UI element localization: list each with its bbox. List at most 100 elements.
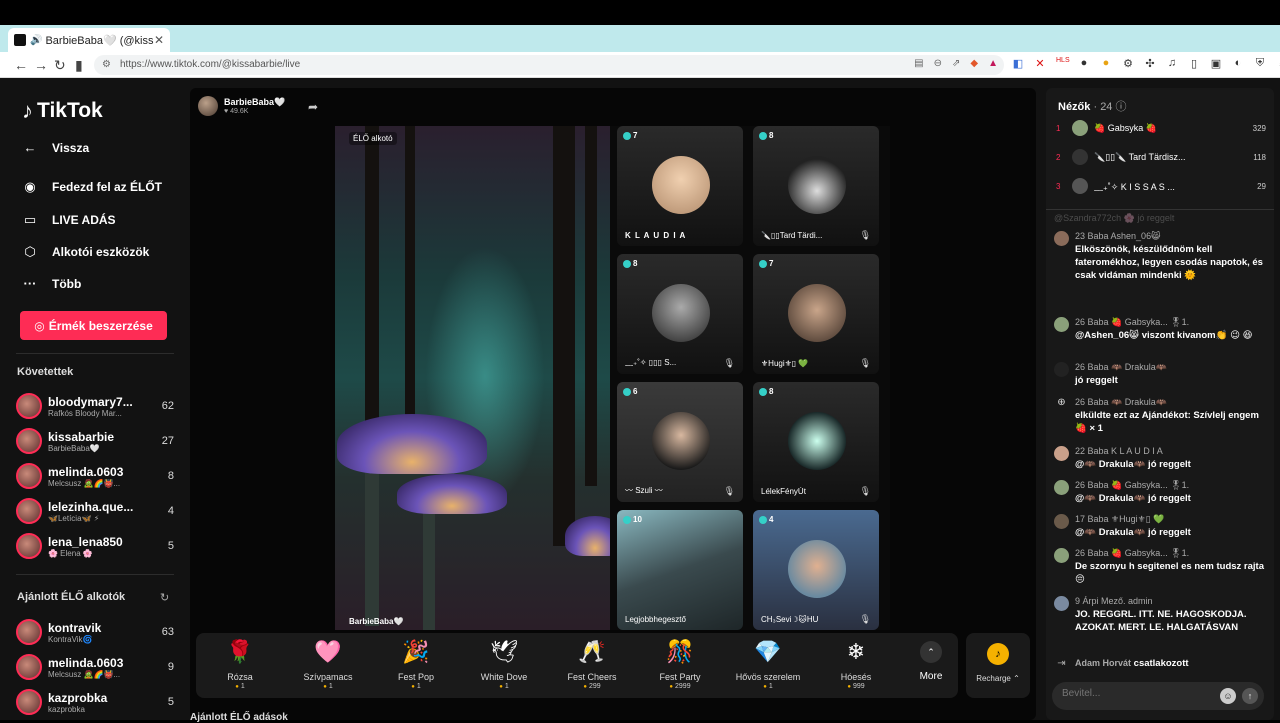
chat-input[interactable] <box>1062 688 1212 699</box>
nav-live-broadcast[interactable]: ▭ LIVE ADÁS <box>22 212 116 228</box>
join-name[interactable]: Adam Horvát <box>1075 658 1131 668</box>
host-info[interactable]: BarbieBaba🤍 ♥ 49.6K <box>198 96 285 116</box>
following-item[interactable]: melinda.0603 Melcsusz 🧟🌈👹... 8 <box>16 460 174 492</box>
sidebar-icon[interactable]: ▯ <box>1188 57 1200 70</box>
avatar[interactable] <box>1054 446 1069 461</box>
guest-tile[interactable]: 10 Legjobbhegesztő <box>617 510 743 630</box>
gift-item[interactable]: 🕊 White Dove 1 <box>460 637 548 690</box>
extension-gear-icon[interactable]: ⚙ <box>1122 57 1134 70</box>
info-icon[interactable]: ⓘ <box>1116 101 1127 113</box>
account-nickname: 🌸 Elena 🌸 <box>48 548 93 558</box>
gift-item[interactable]: ❄ Hóesés 999 <box>812 637 900 690</box>
extension-circle-icon[interactable]: ● <box>1078 57 1090 70</box>
guest-tile[interactable]: 6 〰 Szuli 〰 🎙 <box>617 382 743 502</box>
guest-tile[interactable]: 7 K L A U D I A <box>617 126 743 246</box>
guest-score: 7 <box>759 259 773 268</box>
ranking-row[interactable]: 3 ﹏₊˚✧ K I S S A S ... 29 <box>1056 176 1266 196</box>
guest-tile[interactable]: 8 🔪▯▯Tard Tärdi... 🎙 <box>753 126 879 246</box>
send-icon[interactable]: ↑ <box>1242 688 1258 704</box>
address-bar[interactable]: ⚙ https://www.tiktok.com/@kissabarbie/li… <box>94 55 1004 75</box>
message-meta[interactable]: 26 Baba 🦇 Drakula🦇 <box>1075 361 1266 374</box>
gift-item[interactable]: 💎 Hővös szerelem 1 <box>724 637 812 690</box>
rewards-icon[interactable]: ▲ <box>988 58 998 69</box>
account-name: kontravik <box>48 620 102 635</box>
chat-message: @Szandra772ch 🌸 jó reggelt <box>1054 212 1266 225</box>
score-dot-icon <box>759 515 767 524</box>
message-meta[interactable]: 23 Baba Ashen_06😸 <box>1075 230 1266 243</box>
puzzle-icon[interactable]: ✣ <box>1144 57 1156 70</box>
extension-color-icon[interactable]: ● <box>1100 57 1112 70</box>
emoji-icon[interactable]: ☺ <box>1220 688 1236 704</box>
nav-creator-tools[interactable]: ⬡ Alkotói eszközök <box>22 244 149 260</box>
brave-shield-icon[interactable]: ◆ <box>970 58 978 69</box>
ranking-row[interactable]: 1 🍓 Gabsyka 🍓 329 <box>1056 118 1266 138</box>
wallet-icon[interactable]: ▣ <box>1210 57 1222 70</box>
account-nickname: Rafkós Bloody Mar... <box>48 408 122 418</box>
chat-message: ⊕ 26 Baba 🦇 Drakula🦇 elküldte ezt az Ajá… <box>1054 396 1266 435</box>
refresh-icon[interactable]: ↻ <box>160 591 169 604</box>
nav-back[interactable]: ← Vissza <box>22 140 90 155</box>
tab-close-icon[interactable]: ✕ <box>154 33 164 47</box>
avatar[interactable] <box>1054 514 1069 529</box>
guest-tile[interactable]: 4 CH₃Sevi☽🐱HU 🎙 <box>753 510 879 630</box>
shield-icon[interactable]: ⛨ <box>1254 57 1266 70</box>
following-item[interactable]: bloodymary7... Rafkós Bloody Mar... 62 <box>16 390 174 422</box>
gift-item[interactable]: 🩷 Szívpamacs 1 <box>284 637 372 690</box>
browser-tab[interactable]: 🔊 BarbieBaba🤍 (@kissabarbie ✕ <box>8 28 170 52</box>
suggested-item[interactable]: kontravik KontraVik🌀 63 <box>16 616 174 648</box>
following-item[interactable]: lena_lena850 🌸 Elena 🌸 5 <box>16 530 174 562</box>
gift-item[interactable]: 🎉 Fest Pop 1 <box>372 637 460 690</box>
following-item[interactable]: lelezinha.que... 🦋Letícia🦋 ⚡ 4 <box>16 495 174 527</box>
speaker-icon[interactable]: 🔊 <box>30 35 42 46</box>
more-gifts-button[interactable]: ⌃ More <box>911 641 951 682</box>
score-value: 4 <box>769 515 774 524</box>
back-icon[interactable]: ← <box>14 57 28 73</box>
reader-icon[interactable]: ▤ <box>914 58 923 69</box>
translate-icon[interactable]: ◧ <box>1012 57 1024 70</box>
vpn-icon[interactable]: ◐ <box>1232 57 1244 70</box>
reload-icon[interactable]: ↻ <box>54 57 66 74</box>
avatar[interactable] <box>1054 480 1069 495</box>
message-meta[interactable]: 26 Baba 🍓 Gabsyka... 🎖1. <box>1075 547 1266 560</box>
share-icon[interactable]: ⇗ <box>952 58 960 69</box>
avatar[interactable] <box>1054 317 1069 332</box>
forward-icon[interactable]: → <box>34 57 48 73</box>
guest-tile[interactable]: 7 ⚜Hugi⚜▯ 💚 🎙 <box>753 254 879 374</box>
nav-more[interactable]: ··· Több <box>22 276 82 291</box>
music-icon[interactable]: ♫ <box>1166 57 1178 70</box>
message-meta[interactable]: 17 Baba ⚜Hugi⚜▯ 💚 <box>1075 513 1266 526</box>
message-meta[interactable]: 22 Baba K L A U D I A <box>1075 445 1266 458</box>
message-meta[interactable]: 26 Baba 🦇 Drakula🦇 <box>1075 396 1266 409</box>
avatar[interactable] <box>1054 231 1069 246</box>
gift-item[interactable]: 🎊 Fest Party 2999 <box>636 637 724 690</box>
nav-explore-live[interactable]: ◉ Fedezd fel az ÉLŐT <box>22 179 162 195</box>
guest-tile[interactable]: 8 LélekFényÚt 🎙 <box>753 382 879 502</box>
avatar[interactable] <box>1054 596 1069 611</box>
gift-item[interactable]: 🥂 Fest Cheers 299 <box>548 637 636 690</box>
message-meta[interactable]: 26 Baba 🍓 Gabsyka... 🎖1. <box>1075 479 1266 492</box>
site-info-icon[interactable]: ⚙ <box>102 59 111 70</box>
share-icon[interactable]: ➦ <box>308 100 318 114</box>
zoom-icon[interactable]: ⊖ <box>934 58 942 69</box>
message-meta[interactable]: 9 Árpi Mező. admin <box>1075 595 1266 608</box>
tiktok-logo[interactable]: ♪ TikTok <box>22 98 103 124</box>
guest-tile[interactable]: 8 ﹏₊˚✧ ▯▯▯ S... 🎙 <box>617 254 743 374</box>
avatar[interactable] <box>1054 362 1069 377</box>
download-icon[interactable]: ⤓ <box>1276 57 1280 70</box>
viewers-header[interactable]: Nézők · 24 ⓘ <box>1058 98 1127 114</box>
bookmark-icon[interactable]: ▮ <box>75 57 83 74</box>
message-text: @Ashen_06😸 viszont kivanom👏 😉 😆 <box>1075 330 1253 341</box>
video-player[interactable]: ÉLŐ alkotó BarbieBaba🤍 7 K L A U D I A 8… <box>335 126 890 630</box>
get-coins-button[interactable]: ◎ Érmék beszerzése <box>20 311 167 340</box>
extension-x-icon[interactable]: ✕ <box>1034 57 1046 70</box>
avatar[interactable] <box>1054 548 1069 563</box>
score-dot-icon <box>623 131 631 140</box>
recharge-button[interactable]: ♪ Recharge ⌃ <box>966 633 1030 698</box>
message-meta[interactable]: 26 Baba 🍓 Gabsyka... 🎖1. <box>1075 316 1266 329</box>
hls-icon[interactable]: HLS <box>1056 57 1070 70</box>
ranking-row[interactable]: 2 🔪▯▯🔪 Tard Tärdisz... 118 <box>1056 147 1266 167</box>
suggested-item[interactable]: kazprobka kazprobka 5 <box>16 686 174 718</box>
gift-item[interactable]: 🌹 Rózsa 1 <box>196 637 284 690</box>
following-item[interactable]: kissabarbie BarbieBaba🤍 27 <box>16 425 174 457</box>
suggested-item[interactable]: melinda.0603 Melcsusz 🧟🌈👹... 9 <box>16 651 174 683</box>
